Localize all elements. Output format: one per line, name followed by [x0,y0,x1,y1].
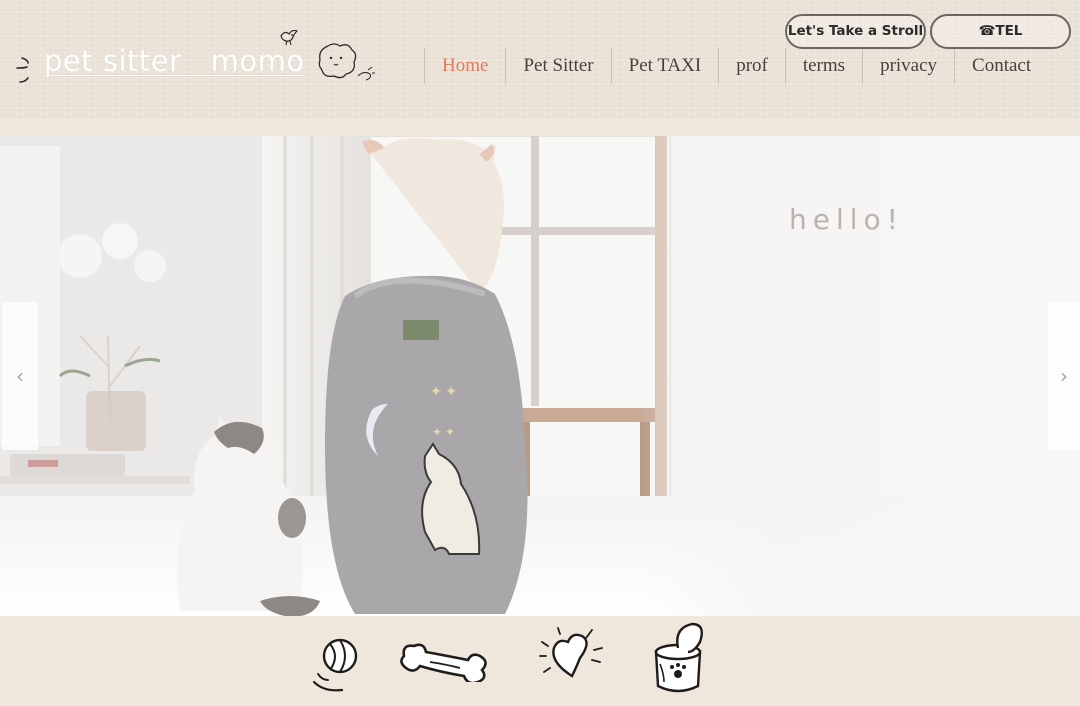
stroll-button[interactable]: Let's Take a Stroll [785,14,926,49]
slider-prev-button[interactable]: ‹ [2,302,38,450]
hero-heading: hello! [789,203,904,236]
dog-doodle-icon [318,43,375,81]
chevron-right-icon: › [1060,364,1068,388]
ball-icon [312,638,358,692]
tel-button[interactable]: ☎TEL [930,14,1071,49]
svg-text:✦ ✦: ✦ ✦ [432,425,455,439]
chevron-left-icon: ‹ [16,364,24,388]
pet-food-can-icon [654,622,703,693]
swoosh-icon [16,57,29,83]
site-header: pet sitter momo Home Pet Sitter Pet TAXI… [0,0,1080,118]
main-nav: Home Pet Sitter Pet TAXI prof terms priv… [424,48,1048,84]
bone-icon [400,643,487,682]
nav-item-pet-taxi[interactable]: Pet TAXI [610,48,719,84]
nav-item-home[interactable]: Home [424,48,505,84]
nav-item-prof[interactable]: prof [718,48,785,84]
svg-text:✦ ✦: ✦ ✦ [430,385,457,400]
logo-text: pet sitter momo [44,44,305,78]
heart-icon [539,627,603,678]
site-logo[interactable]: pet sitter momo [14,26,384,96]
nav-item-contact[interactable]: Contact [954,48,1048,84]
bird-icon [280,29,299,46]
slider-next-button[interactable]: › [1048,302,1080,450]
hero-image: ✦ ✦ ✦ ✦ [0,136,1080,616]
nav-item-terms[interactable]: terms [784,48,862,84]
doodle-strip [0,616,1080,706]
nav-item-pet-sitter[interactable]: Pet Sitter [505,48,610,84]
hero-slider: ✦ ✦ ✦ ✦ hello! ‹ › [0,136,1080,616]
nav-item-privacy[interactable]: privacy [862,48,954,84]
